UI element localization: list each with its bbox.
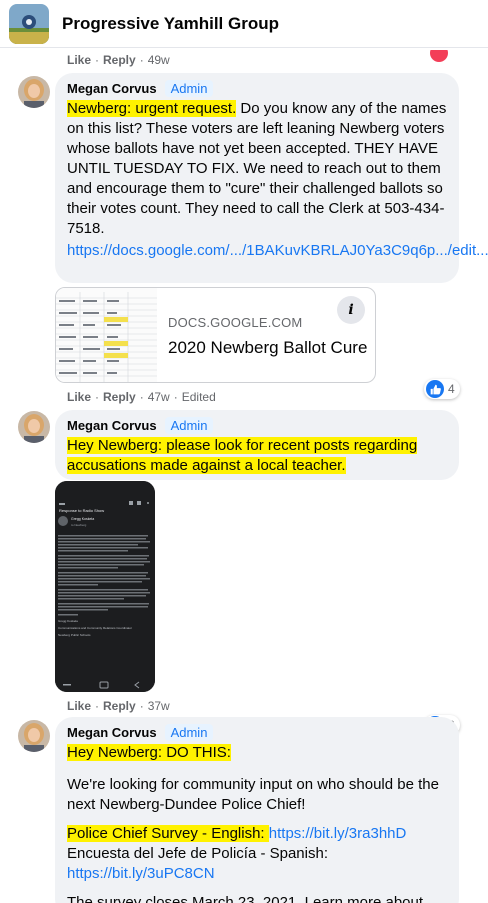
prev-comment-actions: Like · Reply · 49w [67,53,170,67]
comment-bubble: Megan Corvus Admin Hey Newberg: DO THIS:… [55,717,459,903]
reply-button[interactable]: Reply [103,699,136,713]
comment-author[interactable]: Megan Corvus [67,418,157,433]
reply-button[interactable]: Reply [103,53,136,67]
love-reaction-icon [430,50,448,62]
admin-badge: Admin [164,80,214,97]
like-button[interactable]: Like [67,390,91,404]
survey-spanish-link[interactable]: https://bit.ly/3uPC8CN [67,865,215,882]
highlighted-text: Hey Newberg: please look for recent post… [67,437,418,474]
like-button[interactable]: Like [67,53,91,67]
link-domain: DOCS.GOOGLE.COM [168,315,303,330]
email-subject: Response to Radio Show [59,508,105,513]
link-title: 2020 Newberg Ballot Cure [168,338,368,357]
highlighted-text: Hey Newberg: DO THIS: [67,744,231,761]
reaction-count: 4 [448,382,455,396]
survey-english-link[interactable]: https://bit.ly/3ra3hhD [269,825,407,842]
info-icon[interactable]: i [337,296,365,324]
avatar[interactable] [18,411,50,443]
email-screenshot-image[interactable]: Response to Radio Show Gregg Koskela to … [55,481,155,692]
email-sender: Gregg Koskela [71,517,95,521]
reaction-summary[interactable]: 4 [424,379,460,399]
highlighted-text: Newberg: urgent request. [67,100,237,117]
comment-bubble: Megan Corvus Admin Hey Newberg: please l… [55,410,459,480]
avatar[interactable] [18,720,50,752]
admin-badge: Admin [164,724,214,741]
comment-bubble: Megan Corvus Admin Newberg: urgent reque… [55,73,488,283]
comment-text: Hey Newberg: please look for recent post… [67,436,447,476]
comment-actions: Like · Reply · 47w · Edited [67,390,216,404]
group-avatar-image[interactable] [9,3,49,44]
comment-timestamp[interactable]: 47w [148,390,170,404]
comment-text: Hey Newberg: DO THIS: [67,743,447,763]
link-preview-info: DOCS.GOOGLE.COM 2020 Newberg Ballot Cure [157,288,367,382]
spreadsheet-thumbnail [56,288,157,382]
comment-author[interactable]: Megan Corvus [67,81,157,96]
comment-paragraph: We're looking for community input on who… [67,776,439,813]
comment-actions: Like · Reply · 37w [67,699,170,713]
comment-paragraph: Police Chief Survey - English: https://b… [67,825,407,882]
reply-button[interactable]: Reply [103,390,136,404]
avatar[interactable] [18,76,50,108]
group-name[interactable]: Progressive Yamhill Group [62,14,279,34]
comment-timestamp[interactable]: 49w [148,53,170,67]
email-org-title: Communications and Community Relations C… [58,626,133,630]
email-org: Newberg Public Schools [58,633,91,637]
comment-paragraph: The survey closes March 23, 2021. Learn … [67,894,424,903]
like-button[interactable]: Like [67,699,91,713]
comment-timestamp[interactable]: 37w [148,699,170,713]
edited-label: Edited [181,390,216,404]
email-recipient: to Newberg [71,523,87,527]
comment-text: Newberg: urgent request. Do you know any… [67,100,447,237]
group-header: Progressive Yamhill Group [0,0,488,48]
highlighted-text: Police Chief Survey - English: [67,825,269,842]
comment-author[interactable]: Megan Corvus [67,725,157,740]
admin-badge: Admin [164,417,214,434]
email-signature: Gregg Koskela [58,619,78,623]
link-preview-card[interactable]: DOCS.GOOGLE.COM 2020 Newberg Ballot Cure… [55,287,376,383]
doc-link[interactable]: https://docs.google.com/.../1BAKuvKBRLAJ… [67,241,488,261]
thumbs-up-icon [426,380,444,398]
